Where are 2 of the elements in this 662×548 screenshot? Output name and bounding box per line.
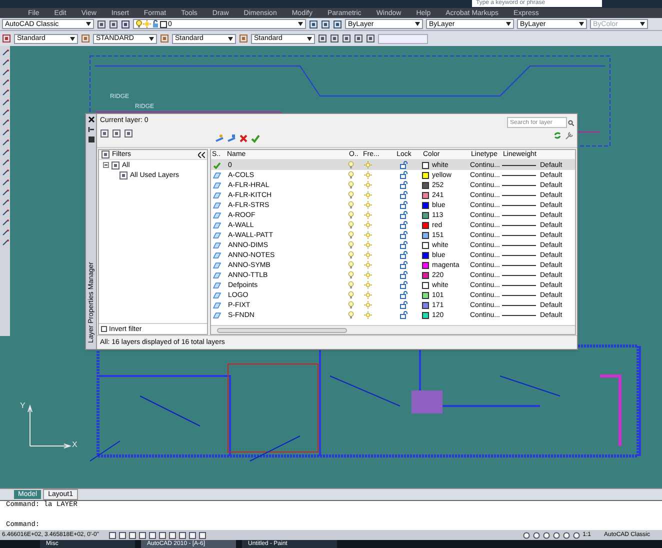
axis-label: X xyxy=(72,441,78,449)
axis-label: Y xyxy=(20,402,26,410)
